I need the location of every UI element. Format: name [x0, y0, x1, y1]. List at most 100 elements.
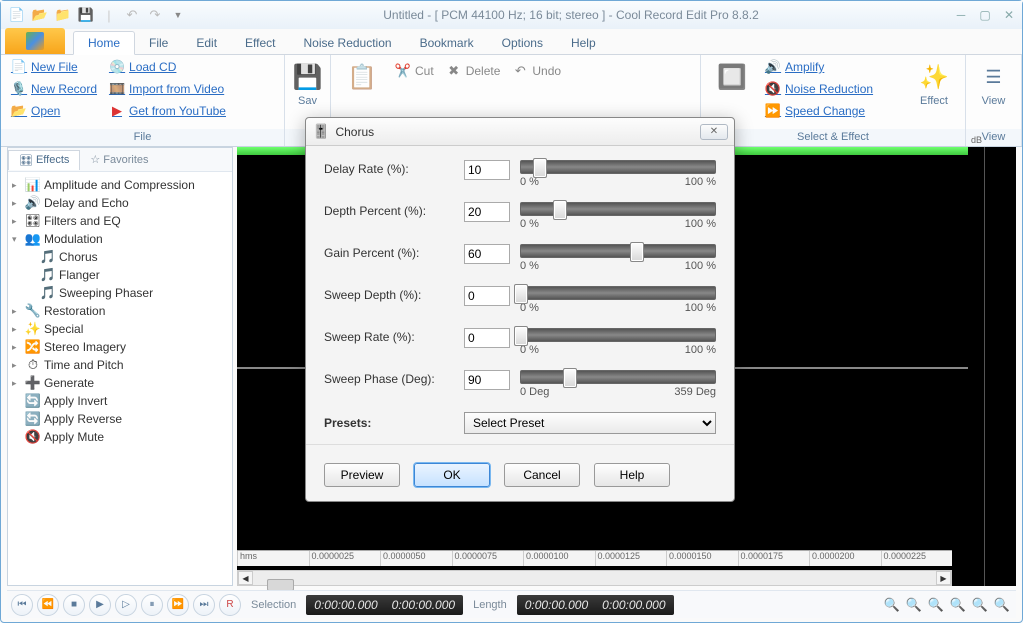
scroll-right-button[interactable]: ▶ — [936, 571, 951, 585]
amplify-button[interactable]: 🔊Amplify — [761, 57, 877, 77]
param-slider[interactable] — [520, 370, 716, 384]
undo-button[interactable]: ↶Undo — [508, 61, 565, 81]
param-value-input[interactable] — [464, 328, 510, 348]
tab-home[interactable]: Home — [73, 31, 135, 55]
slider-thumb[interactable] — [563, 368, 577, 388]
load-cd-button[interactable]: 💿Load CD — [105, 57, 230, 77]
play-button[interactable]: ▶ — [89, 594, 111, 616]
forward-button[interactable]: ⏩ — [167, 594, 189, 616]
sidebar-tab-effects[interactable]: 🎛Effects — [8, 150, 80, 170]
sidebar-tab-favorites[interactable]: ☆Favorites — [80, 150, 158, 169]
tab-edit[interactable]: Edit — [182, 32, 231, 54]
qat-save-icon[interactable]: 💾 — [76, 5, 96, 25]
tab-bookmark[interactable]: Bookmark — [406, 32, 488, 54]
qat-open-icon[interactable]: 📂 — [30, 5, 50, 25]
new-file-button[interactable]: 📄New File — [7, 57, 101, 77]
noise-reduction-button[interactable]: 🔇Noise Reduction — [761, 79, 877, 99]
qat-new-icon[interactable]: 📄 — [7, 5, 27, 25]
play-loop-button[interactable]: ▷ — [115, 594, 137, 616]
tree-item[interactable]: 🔄Apply Reverse — [10, 410, 230, 428]
param-slider[interactable] — [520, 160, 716, 174]
cut-button[interactable]: ✂️Cut — [391, 61, 438, 81]
tree-item[interactable]: ▸📊Amplitude and Compression — [10, 176, 230, 194]
param-value-input[interactable] — [464, 286, 510, 306]
skip-end-button[interactable]: ⏭ — [193, 594, 215, 616]
param-value-input[interactable] — [464, 370, 510, 390]
rewind-button[interactable]: ⏪ — [37, 594, 59, 616]
tab-help[interactable]: Help — [557, 32, 610, 54]
qat-dropdown-icon[interactable]: ▼ — [168, 5, 188, 25]
import-video-button[interactable]: 🎞️Import from Video — [105, 79, 230, 99]
param-value-input[interactable] — [464, 160, 510, 180]
stop-button[interactable]: ■ — [63, 594, 85, 616]
dialog-titlebar[interactable]: 🎚️ Chorus ✕ — [306, 118, 734, 146]
zoom-in-button[interactable]: 🔍 — [882, 595, 902, 615]
scroll-left-button[interactable]: ◀ — [238, 571, 253, 585]
horizontal-scrollbar[interactable]: ◀ ▶ — [237, 570, 952, 586]
effect-big-button[interactable]: ✨ Effect — [909, 57, 959, 111]
paste-big-button[interactable]: 📋 — [337, 57, 387, 97]
youtube-button[interactable]: ▶Get from YouTube — [105, 101, 230, 121]
view-big-button[interactable]: ☰ View — [972, 57, 1015, 111]
tree-item[interactable]: ▸⏱Time and Pitch — [10, 356, 230, 374]
tree-item[interactable]: 🔇Apply Mute — [10, 428, 230, 446]
slider-thumb[interactable] — [553, 200, 567, 220]
tree-item[interactable]: ▸🔧Restoration — [10, 302, 230, 320]
maximize-button[interactable]: ▢ — [978, 8, 992, 22]
save-big-button[interactable]: 💾 Sav — [290, 57, 326, 111]
param-row: Sweep Phase (Deg): 0 Deg 359 Deg — [324, 370, 716, 398]
tree-child-item[interactable]: 🎵Chorus — [10, 248, 230, 266]
zoom-v-out-button[interactable]: 🔍 — [992, 595, 1012, 615]
tree-item[interactable]: ▸🎛Filters and EQ — [10, 212, 230, 230]
tree-item[interactable]: ▸🔊Delay and Echo — [10, 194, 230, 212]
qat-undo-icon[interactable]: ↶ — [122, 5, 142, 25]
tree-item[interactable]: ▾👥Modulation — [10, 230, 230, 248]
time-ruler[interactable]: hms0.00000250.00000500.00000750.00001000… — [237, 550, 952, 566]
new-record-button[interactable]: 🎙️New Record — [7, 79, 101, 99]
cancel-button[interactable]: Cancel — [504, 463, 580, 487]
tree-item[interactable]: 🔄Apply Invert — [10, 392, 230, 410]
param-slider[interactable] — [520, 328, 716, 342]
delete-icon: ✖ — [446, 63, 462, 79]
select-big-button[interactable]: 🔲 — [707, 57, 757, 97]
qat-open2-icon[interactable]: 📁 — [53, 5, 73, 25]
open-button[interactable]: 📂Open — [7, 101, 101, 121]
param-slider[interactable] — [520, 286, 716, 300]
tree-item[interactable]: ▸➕Generate — [10, 374, 230, 392]
preview-button[interactable]: Preview — [324, 463, 400, 487]
qat-redo-icon[interactable]: ↷ — [145, 5, 165, 25]
tab-options[interactable]: Options — [488, 32, 557, 54]
skip-start-button[interactable]: ⏮ — [11, 594, 33, 616]
slider-thumb[interactable] — [533, 158, 547, 178]
help-button[interactable]: Help — [594, 463, 670, 487]
minimize-button[interactable]: ─ — [954, 8, 968, 22]
zoom-out-button[interactable]: 🔍 — [904, 595, 924, 615]
dialog-close-button[interactable]: ✕ — [700, 124, 728, 140]
speed-change-button[interactable]: ⏩Speed Change — [761, 101, 877, 121]
slider-thumb[interactable] — [630, 242, 644, 262]
tab-effect[interactable]: Effect — [231, 32, 289, 54]
param-value-input[interactable] — [464, 202, 510, 222]
record-button[interactable]: R — [219, 594, 241, 616]
pause-button[interactable]: ⏸ — [141, 594, 163, 616]
ok-button[interactable]: OK — [414, 463, 490, 487]
slider-thumb[interactable] — [514, 284, 528, 304]
param-slider[interactable] — [520, 244, 716, 258]
zoom-fit-button[interactable]: 🔍 — [926, 595, 946, 615]
app-menu-button[interactable] — [5, 28, 65, 54]
slider-thumb[interactable] — [514, 326, 528, 346]
delete-button[interactable]: ✖Delete — [442, 61, 505, 81]
tab-noise-reduction[interactable]: Noise Reduction — [290, 32, 406, 54]
zoom-v-in-button[interactable]: 🔍 — [970, 595, 990, 615]
tree-item[interactable]: ▸🔀Stereo Imagery — [10, 338, 230, 356]
param-value-input[interactable] — [464, 244, 510, 264]
presets-dropdown[interactable]: Select Preset — [464, 412, 716, 434]
tree-child-item[interactable]: 🎵Flanger — [10, 266, 230, 284]
effects-tree[interactable]: ▸📊Amplitude and Compression▸🔊Delay and E… — [8, 172, 232, 585]
tree-item[interactable]: ▸✨Special — [10, 320, 230, 338]
zoom-sel-button[interactable]: 🔍 — [948, 595, 968, 615]
param-slider[interactable] — [520, 202, 716, 216]
close-button[interactable]: ✕ — [1002, 8, 1016, 22]
tab-file[interactable]: File — [135, 32, 182, 54]
tree-child-item[interactable]: 🎵Sweeping Phaser — [10, 284, 230, 302]
